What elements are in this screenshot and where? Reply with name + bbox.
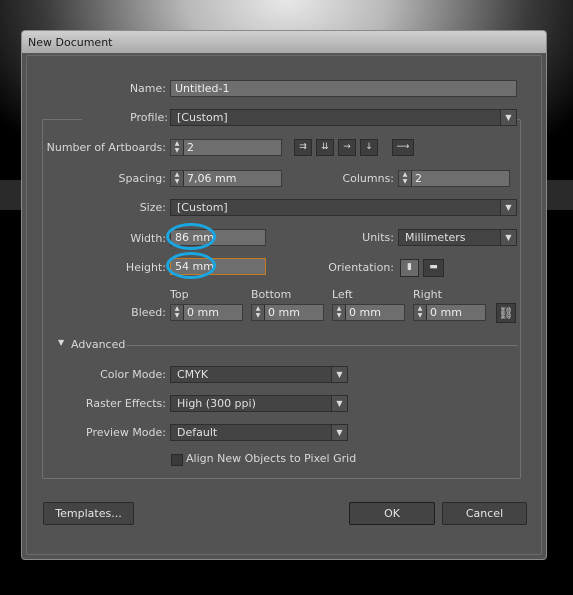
height-label: Height:	[125, 261, 166, 274]
stepper-icon[interactable]: ▲ ▼	[171, 171, 184, 186]
dialog-title: New Document	[28, 36, 113, 49]
preview-mode-label: Preview Mode:	[86, 426, 166, 439]
color-mode-label: Color Mode:	[100, 368, 166, 381]
name-input[interactable]: Untitled-1	[170, 80, 517, 97]
profile-value: [Custom]	[177, 111, 228, 124]
landscape-icon[interactable]: ▬	[423, 259, 444, 277]
advanced-toggle[interactable]: Advanced	[71, 338, 125, 351]
spacing-input[interactable]: ▲ ▼ 7,06 mm	[170, 170, 282, 187]
units-label: Units:	[362, 231, 394, 244]
chevron-down-icon: ▼	[500, 110, 516, 125]
align-pixel-grid-checkbox[interactable]	[171, 454, 183, 466]
width-label: Width:	[130, 232, 166, 245]
size-dropdown[interactable]: [Custom] ▼	[170, 199, 517, 216]
columns-value: 2	[415, 172, 422, 185]
new-document-dialog: New Document Name: Untitled-1 Profile: […	[21, 30, 547, 560]
background-edge-right	[547, 180, 573, 210]
profile-label: Profile:	[82, 111, 170, 124]
raster-effects-value: High (300 ppi)	[177, 397, 256, 410]
bleed-left-label: Left	[332, 288, 353, 301]
bleed-left-value: 0 mm	[349, 306, 381, 319]
bleed-right-input[interactable]: ▲ ▼ 0 mm	[413, 304, 486, 321]
stepper-icon[interactable]: ▲ ▼	[171, 305, 184, 320]
artboards-input[interactable]: ▲ ▼ 2	[170, 139, 282, 156]
chevron-down-icon: ▼	[331, 425, 347, 440]
arrange-by-row-icon[interactable]: →	[338, 139, 356, 156]
spacing-label: Spacing:	[118, 172, 166, 185]
bleed-top-input[interactable]: ▲ ▼ 0 mm	[170, 304, 243, 321]
units-dropdown[interactable]: Millimeters ▼	[398, 229, 517, 246]
link-bleed-icon[interactable]: ⛓	[496, 303, 516, 323]
stepper-icon[interactable]: ▲ ▼	[414, 305, 427, 320]
disclosure-triangle-icon[interactable]: ▼	[58, 338, 64, 347]
size-label: Size:	[139, 201, 166, 214]
stepper-icon[interactable]: ▲ ▼	[333, 305, 346, 320]
chevron-down-icon: ▼	[500, 200, 516, 215]
bleed-bottom-label: Bottom	[251, 288, 292, 301]
portrait-icon[interactable]: ▮	[400, 259, 419, 277]
templates-button[interactable]: Templates...	[43, 502, 134, 525]
bleed-top-label: Top	[170, 288, 189, 301]
bleed-left-input[interactable]: ▲ ▼ 0 mm	[332, 304, 405, 321]
columns-label: Columns:	[342, 172, 394, 185]
height-input[interactable]: 54 mm	[170, 258, 266, 275]
chevron-down-icon: ▼	[331, 367, 347, 382]
bleed-right-label: Right	[413, 288, 442, 301]
background-edge-left	[0, 180, 22, 210]
grid-by-row-icon[interactable]: ⇉	[294, 139, 312, 156]
advanced-divider	[126, 345, 518, 346]
columns-input[interactable]: ▲ ▼ 2	[398, 170, 510, 187]
align-pixel-grid-label: Align New Objects to Pixel Grid	[186, 452, 357, 465]
color-mode-value: CMYK	[177, 368, 209, 381]
arrange-by-column-icon[interactable]: ↓	[360, 139, 378, 156]
ok-button[interactable]: OK	[349, 502, 435, 525]
bleed-label: Bleed:	[131, 306, 166, 319]
artboards-label: Number of Artboards:	[46, 141, 166, 154]
preview-mode-value: Default	[177, 426, 218, 439]
cancel-button[interactable]: Cancel	[442, 502, 527, 525]
stepper-icon[interactable]: ▲ ▼	[399, 171, 412, 186]
stepper-icon[interactable]: ▲ ▼	[252, 305, 265, 320]
bleed-top-value: 0 mm	[187, 306, 219, 319]
chevron-down-icon: ▼	[500, 230, 516, 245]
bleed-right-value: 0 mm	[430, 306, 462, 319]
units-value: Millimeters	[405, 231, 466, 244]
grid-by-column-icon[interactable]: ⇊	[316, 139, 334, 156]
color-mode-dropdown[interactable]: CMYK ▼	[170, 366, 348, 383]
size-value: [Custom]	[177, 201, 228, 214]
stepper-icon[interactable]: ▲ ▼	[171, 140, 184, 155]
profile-dropdown[interactable]: [Custom] ▼	[170, 109, 517, 126]
bleed-bottom-input[interactable]: ▲ ▼ 0 mm	[251, 304, 324, 321]
orientation-label: Orientation:	[328, 261, 394, 274]
dialog-titlebar[interactable]: New Document	[22, 31, 546, 54]
spacing-value: 7,06 mm	[187, 172, 237, 185]
chevron-down-icon: ▼	[331, 396, 347, 411]
name-label: Name:	[129, 82, 166, 95]
raster-effects-dropdown[interactable]: High (300 ppi) ▼	[170, 395, 348, 412]
raster-effects-label: Raster Effects:	[85, 397, 166, 410]
right-to-left-icon[interactable]: ⟶	[392, 139, 414, 156]
preview-mode-dropdown[interactable]: Default ▼	[170, 424, 348, 441]
artboards-value: 2	[187, 141, 194, 154]
width-input[interactable]: 86 mm	[170, 229, 266, 246]
bleed-bottom-value: 0 mm	[268, 306, 300, 319]
